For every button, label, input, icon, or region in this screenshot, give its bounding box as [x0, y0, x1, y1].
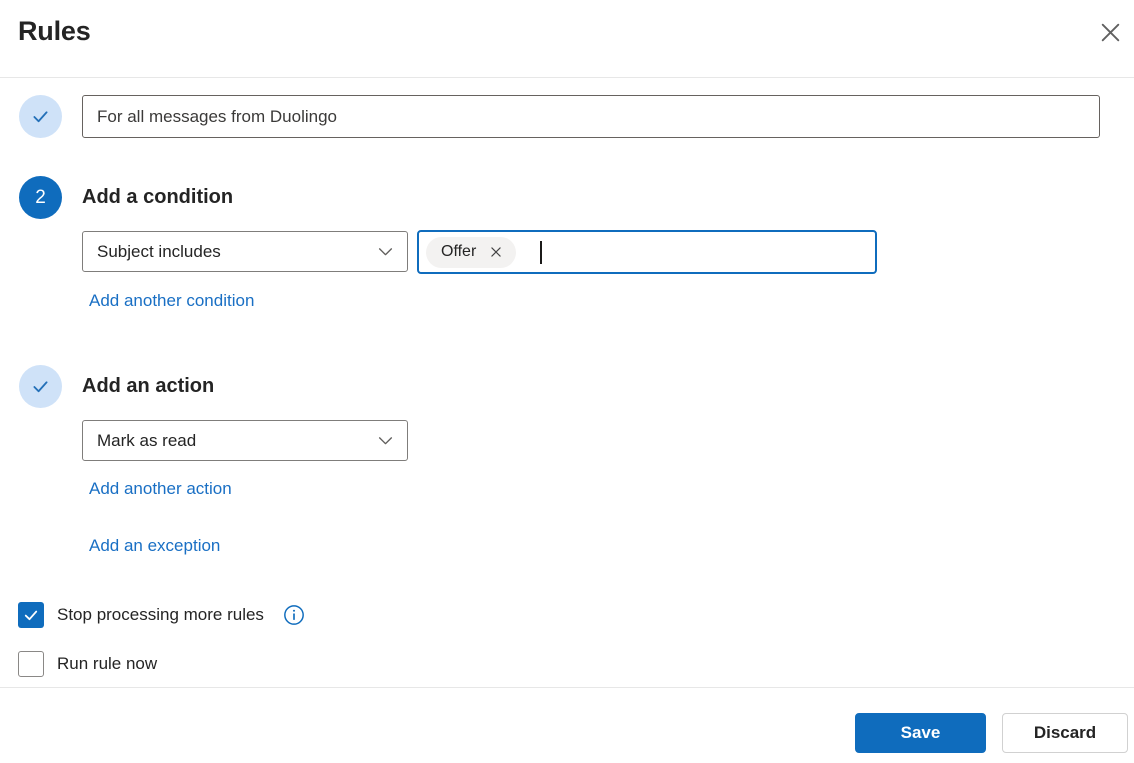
- close-icon: [1098, 20, 1123, 45]
- action-heading: Add an action: [82, 375, 215, 397]
- action-select-value: Mark as read: [97, 430, 197, 450]
- run-rule-now-option: Run rule now: [18, 651, 157, 677]
- condition-step-number: 2: [19, 176, 62, 219]
- footer-divider: [0, 687, 1134, 688]
- condition-value-input[interactable]: Offer: [417, 230, 877, 274]
- add-another-action-link[interactable]: Add another action: [89, 479, 232, 499]
- checkmark-icon: [22, 606, 40, 624]
- save-button[interactable]: Save: [855, 713, 986, 753]
- tag-label: Offer: [441, 243, 477, 260]
- header-divider: [0, 77, 1134, 78]
- stop-processing-checkbox[interactable]: [18, 602, 44, 628]
- stop-processing-label: Stop processing more rules: [57, 605, 264, 624]
- action-select[interactable]: Mark as read: [82, 420, 408, 461]
- remove-tag-icon: [489, 245, 503, 259]
- close-button[interactable]: [1092, 14, 1128, 50]
- add-an-exception-link[interactable]: Add an exception: [89, 536, 220, 556]
- checkmark-icon: [30, 106, 51, 127]
- condition-select-value: Subject includes: [97, 241, 221, 261]
- add-another-condition-link[interactable]: Add another condition: [89, 291, 254, 311]
- remove-tag-button[interactable]: [489, 245, 503, 259]
- rules-dialog: Rules 2 Add a condition Subject includes…: [0, 0, 1134, 763]
- chevron-down-icon: [377, 243, 394, 260]
- info-button[interactable]: [283, 604, 305, 626]
- condition-select[interactable]: Subject includes: [82, 231, 408, 272]
- stop-processing-option: Stop processing more rules: [18, 602, 305, 628]
- name-step-complete-icon: [19, 95, 62, 138]
- step-number-label: 2: [35, 186, 46, 208]
- chevron-down-icon: [377, 432, 394, 449]
- info-icon: [283, 604, 305, 626]
- run-rule-now-label: Run rule now: [57, 654, 158, 673]
- tag-chip: Offer: [426, 236, 517, 268]
- discard-button[interactable]: Discard: [1002, 713, 1128, 753]
- action-step-complete-icon: [19, 365, 62, 408]
- rule-name-input[interactable]: [82, 95, 1100, 138]
- checkmark-icon: [30, 376, 51, 397]
- condition-heading: Add a condition: [82, 186, 234, 208]
- text-caret: [540, 240, 543, 264]
- run-rule-now-checkbox[interactable]: [18, 651, 44, 677]
- page-title: Rules: [18, 16, 91, 46]
